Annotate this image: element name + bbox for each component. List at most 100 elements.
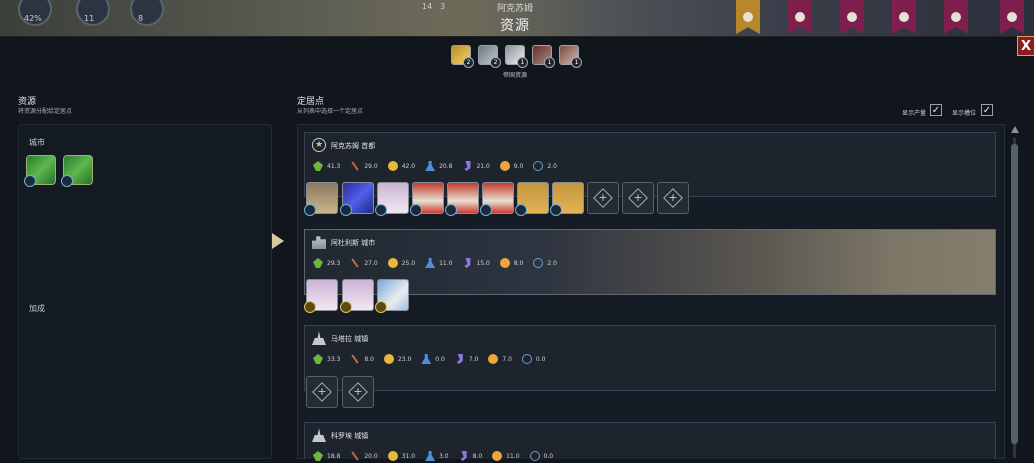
grain-resource-slot[interactable] — [304, 182, 338, 216]
happiness-value: 9.0 — [513, 162, 524, 170]
influence-icon — [533, 258, 544, 268]
resource-type-icon — [375, 204, 387, 216]
happiness-icon — [499, 161, 510, 171]
science-icon — [421, 354, 432, 364]
scroll-thumb[interactable] — [1011, 144, 1018, 444]
food-value: 29.3 — [327, 259, 341, 267]
production-icon — [348, 159, 362, 173]
rice-resource-slot[interactable] — [480, 182, 514, 216]
gem-resource-slot[interactable] — [340, 182, 374, 216]
food-icon — [313, 451, 323, 461]
civ-banner-icon[interactable] — [944, 0, 968, 34]
resource-type-icon — [61, 175, 73, 187]
resource-type-icon — [340, 301, 352, 313]
camel-resource-slot[interactable] — [515, 182, 549, 216]
empty-resource-slot[interactable]: + — [622, 182, 654, 214]
resource-type-icon — [340, 204, 352, 216]
culture-value: 8.0 — [472, 452, 483, 460]
gold-icon — [387, 161, 398, 171]
happiness-ring-icon — [130, 0, 164, 26]
science-value: 20.8 — [439, 162, 453, 170]
culture-icon — [460, 451, 467, 461]
culture-value: 21.0 — [476, 162, 490, 170]
resource-count-badge: 1 — [517, 57, 528, 68]
culture-icon — [464, 258, 471, 268]
empty-resource-slot[interactable]: + — [306, 376, 338, 408]
show-yield-label: 显示产量 — [902, 110, 927, 117]
top-stat-2: 11 — [84, 14, 95, 23]
city-name: 阿克苏姆 — [496, 4, 533, 14]
production-value: 20.0 — [364, 452, 378, 460]
civ-banner-icon[interactable] — [1000, 0, 1024, 34]
resource-pool-panel: 城市 加成 — [18, 124, 272, 459]
happiness-value: 8.0 — [513, 259, 524, 267]
production-value: 27.0 — [364, 259, 378, 267]
happiness-icon — [499, 258, 510, 268]
happiness-icon — [488, 354, 499, 364]
show-yield-checkbox[interactable]: ✓ — [930, 104, 942, 116]
influence-icon — [533, 161, 544, 171]
show-slots-checkbox[interactable]: ✓ — [981, 104, 993, 116]
influence-value: 2.0 — [547, 162, 557, 170]
horse-resource-icon[interactable]: 1 — [559, 45, 582, 68]
camel-resource-slot[interactable] — [550, 182, 584, 216]
resource-count-badge: 2 — [490, 57, 501, 68]
scroll-up-icon[interactable] — [1011, 126, 1019, 133]
rice-resource-slot[interactable] — [445, 182, 479, 216]
settlement-name: 马塔拉 城镇 — [331, 335, 369, 343]
resource-type-icon — [410, 204, 422, 216]
science-value: 0.0 — [435, 355, 445, 363]
influence-icon — [521, 354, 532, 364]
empty-resource-slot[interactable]: + — [657, 182, 689, 214]
marble-resource-icon[interactable]: 1 — [505, 45, 528, 68]
settlement-name: 阿克苏姆 首都 — [331, 142, 376, 150]
civ-banner-icon[interactable] — [788, 0, 812, 34]
gold-resource-icon[interactable]: 2 — [451, 45, 474, 68]
resource-type-icon — [515, 204, 527, 216]
cotton-resource-slot[interactable] — [304, 279, 338, 313]
settlement-card[interactable]: 科罗埃 城镇 18.8 20.0 31.0 3.0 8.0 11.0 0.0 — [304, 422, 996, 459]
happiness-value: 11.0 — [506, 452, 520, 460]
cotton-resource-slot[interactable] — [375, 182, 409, 216]
influence-value: 0.0 — [543, 452, 554, 460]
food-icon — [313, 258, 323, 268]
capital-star-icon: ★ — [312, 138, 326, 152]
settlement-list-scrollbar[interactable] — [1011, 126, 1019, 459]
settlement-yields: 18.8 20.0 31.0 3.0 8.0 11.0 0.0 — [313, 451, 563, 461]
cotton-resource-slot[interactable] — [340, 279, 374, 313]
settlement-card[interactable]: 马塔拉 城镇 33.3 8.0 23.0 0.0 7.0 7.0 0.0 — [304, 325, 996, 391]
food-value: 41.3 — [327, 162, 341, 170]
settlement-name: 阿杜利斯 城市 — [331, 239, 376, 247]
town-icon — [312, 428, 326, 442]
resource-count-badge: 2 — [463, 57, 474, 68]
civ-banner-icon[interactable] — [736, 0, 760, 34]
empty-resource-slot[interactable]: + — [342, 376, 374, 408]
production-value: 29.0 — [364, 162, 378, 170]
food-icon — [313, 161, 323, 171]
civ-banner-icon[interactable] — [892, 0, 916, 34]
civ-banner-icon[interactable] — [840, 0, 864, 34]
science-value: 3.0 — [439, 452, 449, 460]
close-button[interactable]: X — [1017, 36, 1034, 56]
rice-resource-slot[interactable] — [410, 182, 444, 216]
town-icon — [312, 331, 326, 345]
production-icon — [348, 449, 362, 463]
jungle-resource-icon[interactable] — [24, 155, 56, 187]
culture-value: 15.0 — [476, 259, 490, 267]
wool-resource-slot[interactable] — [375, 279, 409, 313]
resource-type-icon — [550, 204, 562, 216]
jungle-resource-icon[interactable] — [61, 155, 93, 187]
empty-resource-slot[interactable]: + — [587, 182, 619, 214]
science-icon — [425, 258, 436, 268]
resource-type-icon — [480, 204, 492, 216]
settlements-subtitle: 从列表中选择一个定居点 — [297, 108, 364, 115]
resources-subtitle: 将资源分配给定居点 — [18, 108, 73, 115]
food-value: 18.8 — [327, 452, 341, 460]
resource-type-icon — [304, 204, 316, 216]
iron-resource-icon[interactable]: 1 — [532, 45, 555, 68]
culture-icon — [464, 161, 471, 171]
silver-resource-icon[interactable]: 2 — [478, 45, 501, 68]
settlement-yields: 33.3 8.0 23.0 0.0 7.0 7.0 0.0 — [313, 354, 555, 364]
bonus-section-label: 加成 — [29, 304, 45, 313]
city-section-label: 城市 — [29, 138, 45, 147]
